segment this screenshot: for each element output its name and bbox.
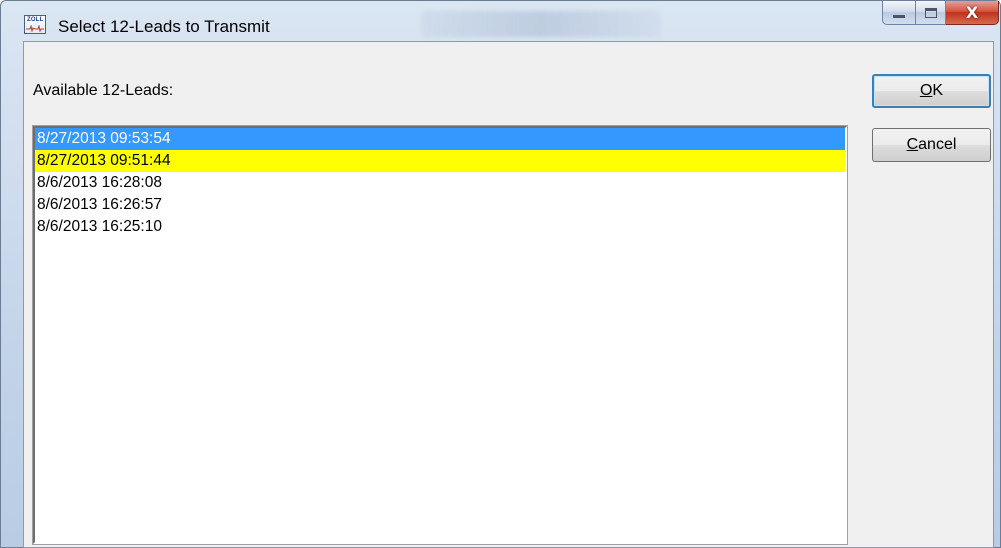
close-icon: X xyxy=(965,2,979,22)
ecg-wave-icon xyxy=(26,25,44,32)
title-bar[interactable]: ZOLL Select 12-Leads to Transmit X xyxy=(1,1,1000,37)
maximize-icon xyxy=(924,7,937,18)
cancel-button-label: ancel xyxy=(918,136,957,153)
app-icon-brand: ZOLL xyxy=(27,17,44,23)
list-item-highlighted[interactable]: 8/27/2013 09:51:44 xyxy=(35,150,845,172)
dialog-client-area: Available 12-Leads: 8/27/2013 09:53:54 8… xyxy=(23,41,994,548)
minimize-button[interactable] xyxy=(882,1,916,25)
list-item[interactable]: 8/6/2013 16:28:08 xyxy=(35,172,845,194)
zoll-app-icon: ZOLL xyxy=(24,15,46,34)
available-leads-label: Available 12-Leads: xyxy=(33,82,174,99)
ok-button[interactable]: OK xyxy=(872,74,991,108)
dialog-window: ZOLL Select 12-Leads to Transmit X Avail… xyxy=(0,0,1001,548)
window-title: Select 12-Leads to Transmit xyxy=(58,17,270,36)
list-item[interactable]: 8/6/2013 16:26:57 xyxy=(35,194,845,216)
cancel-button-mnemonic: C xyxy=(906,136,919,153)
list-item-selected[interactable]: 8/27/2013 09:53:54 xyxy=(35,128,845,150)
ok-button-label: K xyxy=(932,82,944,99)
list-item[interactable]: 8/6/2013 16:25:10 xyxy=(35,216,845,238)
maximize-button[interactable] xyxy=(916,1,946,25)
screen: ZOLL Select 12-Leads to Transmit X Avail… xyxy=(0,0,1001,548)
leads-listbox[interactable]: 8/27/2013 09:53:54 8/27/2013 09:51:44 8/… xyxy=(32,125,848,545)
close-button[interactable]: X xyxy=(946,1,999,25)
minimize-icon xyxy=(893,14,905,18)
cancel-button[interactable]: Cancel xyxy=(872,128,991,162)
caption-buttons: X xyxy=(882,1,999,25)
background-window-ghost xyxy=(421,11,661,37)
ok-button-mnemonic: O xyxy=(919,82,933,99)
